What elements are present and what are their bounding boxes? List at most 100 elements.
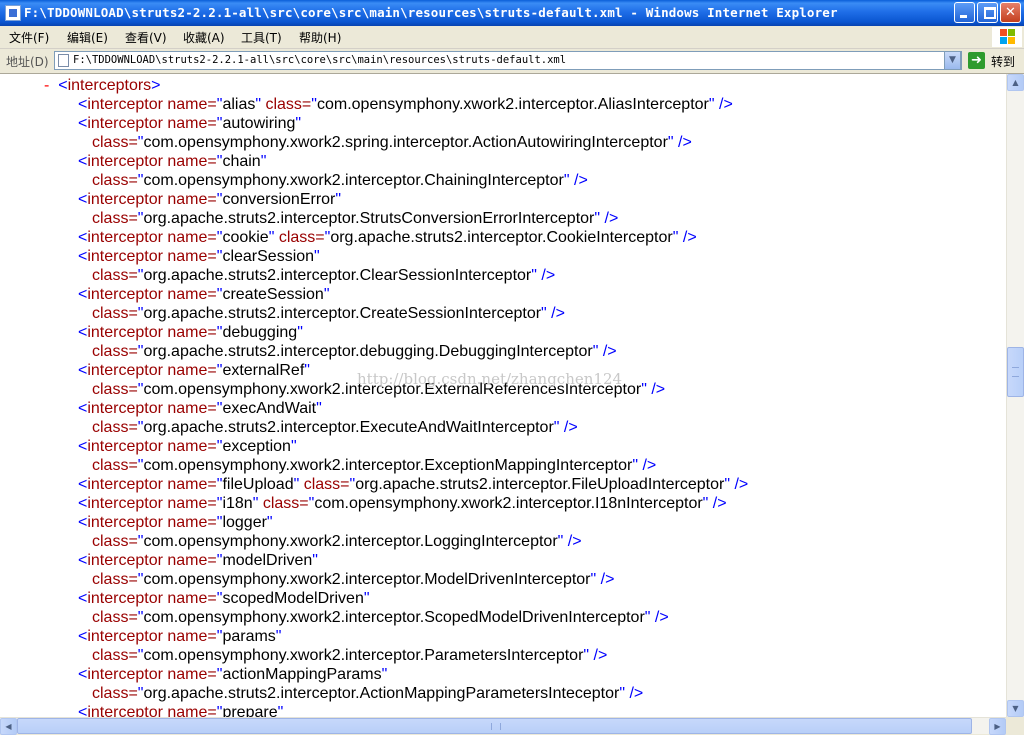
vertical-scroll-thumb[interactable] [1007,347,1024,397]
element-class-value: org.apache.struts2.interceptor.CookieInt… [330,229,673,246]
element-tag-name: interceptor [87,552,163,569]
element-name-value: conversionError [222,191,336,208]
xml-element-line: <interceptor name="fileUpload" class="or… [78,476,749,493]
element-tag-name: interceptor [87,96,163,113]
address-url[interactable]: F:\TDDOWNLOAD\struts2-2.2.1-all\src\core… [73,54,566,66]
element-name-value: actionMappingParams [222,666,382,683]
minimize-button[interactable] [954,2,975,23]
element-name-value: autowiring [222,115,296,132]
element-tag-name: interceptor [87,153,163,170]
element-tag-name: interceptor [87,438,163,455]
element-name-value: execAndWait [222,400,317,417]
menu-favorites[interactable]: 收藏(A) [183,29,225,46]
xml-element-line: <interceptor name="exception" [78,438,297,455]
element-name-value: cookie [222,229,269,246]
element-tag-name: interceptor [87,324,163,341]
element-class-value: org.apache.struts2.interceptor.CreateSes… [143,305,542,322]
element-name-value: alias [222,96,256,113]
xml-element-line: <interceptor name="params" [78,628,282,645]
element-name-value: scopedModelDriven [222,590,364,607]
maximize-button[interactable] [977,2,998,23]
element-class-value: com.opensymphony.xwork2.interceptor.Logg… [143,533,558,550]
address-label: 地址(D) [6,55,49,69]
xml-element-continuation: class="org.apache.struts2.interceptor.Cr… [92,305,565,322]
horizontal-scroll-thumb[interactable] [17,718,972,734]
menu-tools[interactable]: 工具(T) [241,29,282,46]
scrollbar-corner [1006,717,1024,734]
menu-view[interactable]: 查看(V) [125,29,167,46]
xml-element-line: <interceptor name="cookie" class="org.ap… [78,229,697,246]
window-title: F:\TDDOWNLOAD\struts2-2.2.1-all\src\core… [24,5,838,20]
xml-element-continuation: class="org.apache.struts2.interceptor.Ac… [92,685,644,702]
page-icon [58,54,69,67]
xml-element-line: <interceptor name="chain" [78,153,267,170]
xml-element-continuation: class="com.opensymphony.xwork2.intercept… [92,647,608,664]
element-name-value: debugging [222,324,298,341]
xml-element-continuation: class="com.opensymphony.xwork2.intercept… [92,571,615,588]
element-name-value: params [222,628,276,645]
parent-tag-name: interceptors [67,77,152,94]
xml-element-continuation: class="org.apache.struts2.interceptor.St… [92,210,619,227]
maximize-icon [984,7,996,19]
element-tag-name: interceptor [87,704,163,717]
element-class-value: com.opensymphony.xwork2.interceptor.Mode… [143,571,591,588]
element-tag-name: interceptor [87,590,163,607]
xml-element-line: <interceptor name="externalRef" [78,362,310,379]
horizontal-scrollbar[interactable]: ◀ ▶ [0,717,1006,735]
xml-element-line: <interceptor name="conversionError" [78,191,342,208]
element-tag-name: interceptor [87,476,163,493]
element-class-value: com.opensymphony.xwork2.interceptor.Chai… [143,172,564,189]
element-tag-name: interceptor [87,495,163,512]
element-name-value: prepare [222,704,278,717]
address-input[interactable]: F:\TDDOWNLOAD\struts2-2.2.1-all\src\core… [54,51,962,70]
scroll-up-button[interactable]: ▲ [1007,74,1024,91]
xml-element-line: <interceptor name="execAndWait" [78,400,322,417]
scroll-right-button[interactable]: ▶ [989,718,1006,735]
element-class-value: com.opensymphony.xwork2.interceptor.Scop… [143,609,645,626]
element-tag-name: interceptor [87,229,163,246]
xml-element-line: <interceptor name="actionMappingParams" [78,666,388,683]
element-name-value: exception [222,438,291,455]
scroll-down-button[interactable]: ▼ [1007,700,1024,717]
scroll-left-button[interactable]: ◀ [0,718,17,735]
menu-edit[interactable]: 编辑(E) [67,29,108,46]
element-tag-name: interceptor [87,628,163,645]
element-class-value: com.opensymphony.xwork2.interceptor.I18n… [314,495,703,512]
menu-help[interactable]: 帮助(H) [299,29,341,46]
xml-element-line: <interceptor name="createSession" [78,286,330,303]
element-name-value: fileUpload [222,476,294,493]
element-class-value: org.apache.struts2.interceptor.StrutsCon… [143,210,595,227]
collapse-toggle[interactable]: - [44,77,49,94]
xml-element-continuation: class="com.opensymphony.xwork2.intercept… [92,172,588,189]
ie-page-icon [5,5,21,21]
close-button[interactable]: ✕ [1000,2,1021,23]
close-icon: ✕ [1005,5,1016,20]
xml-element-line: <interceptor name="i18n" class="com.open… [78,495,727,512]
element-class-value: org.apache.struts2.interceptor.ClearSess… [143,267,532,284]
element-tag-name: interceptor [87,191,163,208]
go-button[interactable]: 转到 [991,53,1015,70]
xml-element-continuation: class="org.apache.struts2.interceptor.Ex… [92,419,578,436]
element-class-value: com.opensymphony.xwork2.interceptor.Para… [143,647,584,664]
title-bar: F:\TDDOWNLOAD\struts2-2.2.1-all\src\core… [0,0,1024,26]
menu-bar: 文件(F) 编辑(E) 查看(V) 收藏(A) 工具(T) 帮助(H) [0,26,1024,49]
xml-element-continuation: class="com.opensymphony.xwork2.intercept… [92,533,582,550]
xml-element-line: <interceptor name="autowiring" [78,115,302,132]
xml-element-line: <interceptor name="modelDriven" [78,552,318,569]
element-name-value: externalRef [222,362,305,379]
xml-element-line: <interceptor name="scopedModelDriven" [78,590,370,607]
element-name-value: logger [222,514,267,531]
xml-viewer: - <interceptors> <interceptor name="alia… [0,74,1006,717]
watermark: http://blog.csdn.net/zhangchen124 [357,370,623,388]
element-class-value: org.apache.struts2.interceptor.FileUploa… [355,476,725,493]
minimize-icon [960,15,967,18]
go-arrow-icon[interactable]: ➜ [968,52,985,69]
element-tag-name: interceptor [87,362,163,379]
vertical-scrollbar[interactable]: ▲ ▼ [1006,74,1024,717]
xml-element-line: <interceptor name="logger" [78,514,273,531]
element-class-value: org.apache.struts2.interceptor.debugging… [143,343,593,360]
element-class-value: com.opensymphony.xwork2.spring.intercept… [143,134,668,151]
element-tag-name: interceptor [87,286,163,303]
menu-file[interactable]: 文件(F) [9,29,49,46]
address-dropdown-button[interactable]: ▼ [944,51,961,70]
